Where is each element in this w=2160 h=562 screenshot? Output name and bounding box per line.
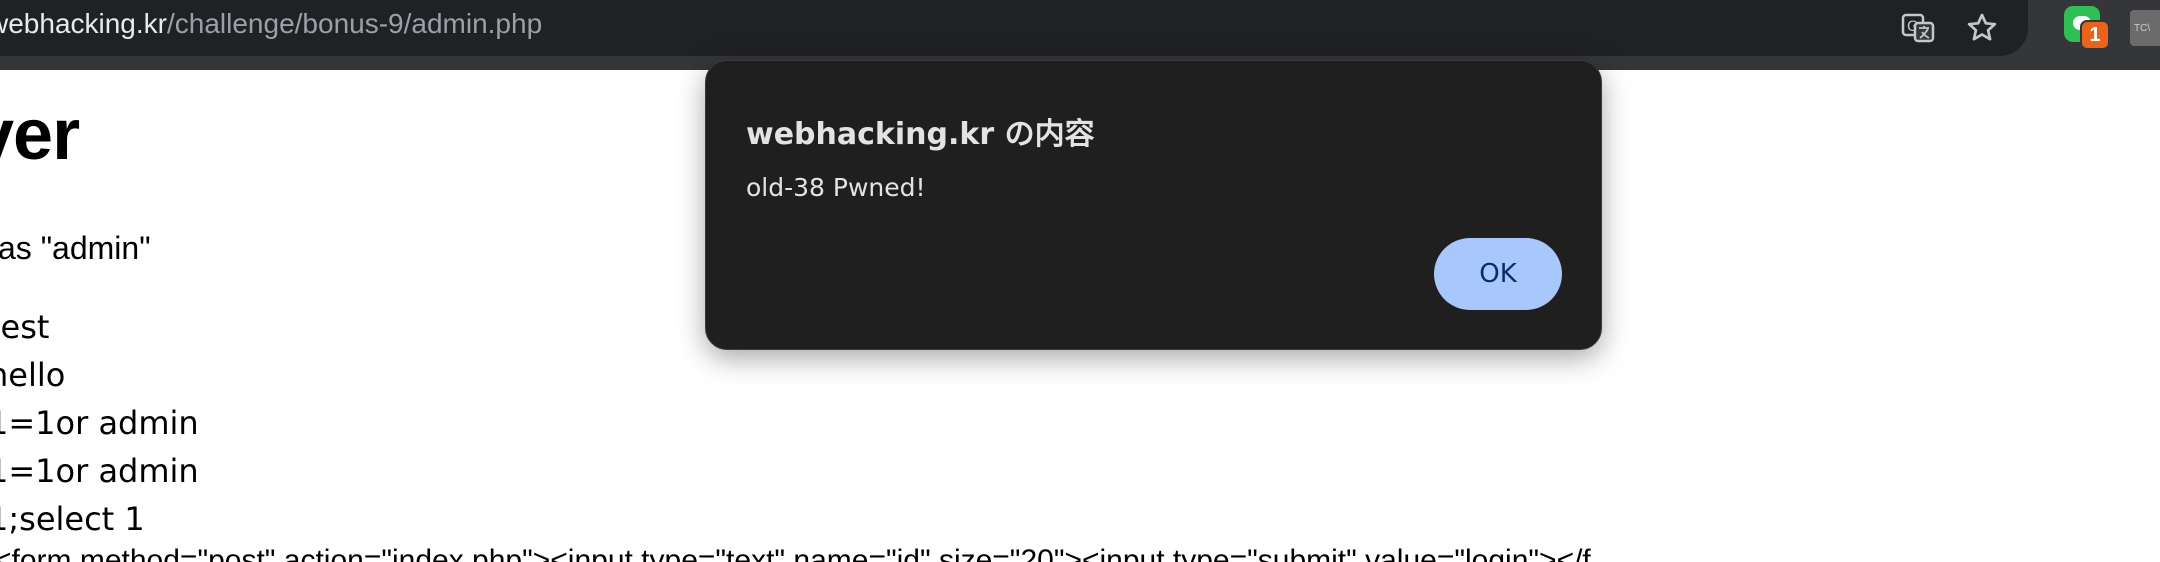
page-title: ver: [0, 95, 80, 175]
log-entry: 1;select 1: [0, 500, 145, 538]
dialog-title: webhacking.kr の内容: [746, 117, 1095, 152]
extension-badge: 1: [2080, 20, 2110, 50]
bookmark-star-icon[interactable]: [1960, 6, 2004, 50]
log-entry: 1=1or admin: [0, 404, 199, 442]
alert-dialog: webhacking.kr の内容 old-38 Pwned! OK: [705, 60, 1602, 350]
dialog-message: old-38 Pwned!: [746, 173, 926, 202]
log-entry: test: [0, 308, 50, 346]
url-text[interactable]: webhacking.kr/challenge/bonus-9/admin.ph…: [0, 8, 542, 40]
page-source-text: <form method="post" action="index.php"><…: [0, 544, 1591, 562]
login-hint-text: as "admin": [0, 230, 151, 266]
address-bar[interactable]: webhacking.kr/challenge/bonus-9/admin.ph…: [0, 0, 2028, 56]
url-host: webhacking.kr: [0, 8, 167, 39]
url-path: /challenge/bonus-9/admin.php: [166, 8, 543, 39]
log-entry: 1=1or admin: [0, 452, 199, 490]
log-entry: hello: [0, 356, 66, 394]
extension-icon[interactable]: TC\: [2130, 10, 2160, 46]
ok-button[interactable]: OK: [1434, 238, 1562, 310]
translate-icon[interactable]: G: [1896, 6, 1940, 50]
